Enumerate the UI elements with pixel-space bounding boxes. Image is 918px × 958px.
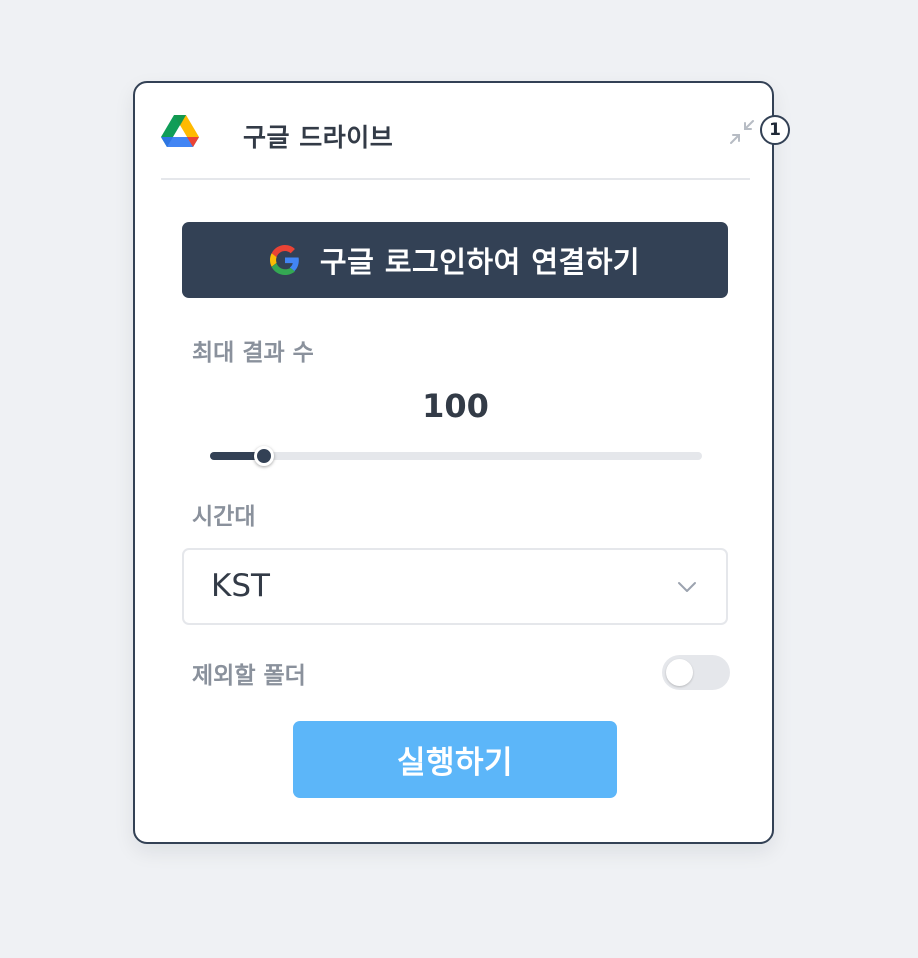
header-divider: [161, 178, 750, 180]
collapse-icon[interactable]: [729, 119, 755, 145]
slider-track: [210, 452, 702, 460]
chevron-down-icon: [678, 582, 696, 592]
max-results-slider[interactable]: [210, 446, 702, 466]
google-login-label: 구글 로그인하여 연결하기: [319, 245, 641, 279]
max-results-value: 100: [422, 387, 489, 425]
max-results-label: 최대 결과 수: [192, 340, 314, 366]
timezone-selected-value: KST: [211, 568, 270, 604]
exclude-folders-toggle[interactable]: [662, 655, 730, 690]
node-title: 구글 드라이브: [243, 123, 394, 152]
google-login-button[interactable]: 구글 로그인하여 연결하기: [182, 222, 728, 298]
google-drive-icon: [161, 115, 199, 147]
run-button[interactable]: 실행하기: [293, 721, 617, 798]
step-number-badge: 1: [760, 115, 790, 145]
google-g-icon: [269, 245, 299, 275]
timezone-label: 시간대: [192, 504, 256, 530]
node-header: 구글 드라이브: [161, 113, 754, 157]
toggle-knob: [666, 659, 693, 686]
google-drive-node-card: 구글 드라이브 구글 로그인하여 연결하기 최대 결과 수 100 시간대 KS…: [133, 81, 774, 844]
run-button-label: 실행하기: [396, 745, 514, 781]
timezone-select[interactable]: KST: [182, 548, 728, 625]
exclude-folders-label: 제외할 폴더: [192, 663, 306, 689]
slider-thumb[interactable]: [254, 446, 275, 466]
